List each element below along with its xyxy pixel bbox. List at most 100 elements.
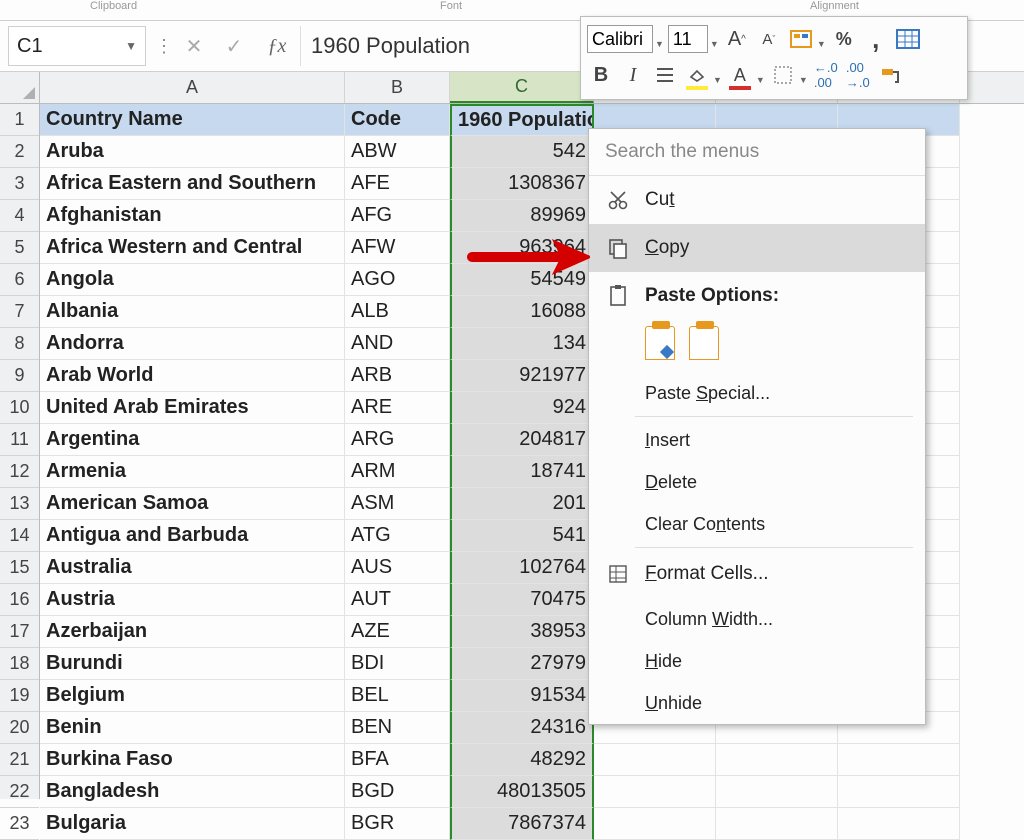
- row-header[interactable]: 5: [0, 232, 39, 264]
- paste-option-default[interactable]: [645, 326, 675, 360]
- cell[interactable]: Benin: [40, 712, 345, 744]
- cell[interactable]: ARG: [345, 424, 450, 456]
- align-icon[interactable]: [651, 60, 679, 90]
- cell[interactable]: United Arab Emirates: [40, 392, 345, 424]
- cell[interactable]: 1960 Population: [450, 104, 594, 136]
- cell[interactable]: 7867374: [450, 808, 594, 840]
- row-header[interactable]: 22: [0, 776, 39, 808]
- paste-option-values[interactable]: [689, 326, 719, 360]
- row-header[interactable]: 23: [0, 808, 39, 840]
- cell[interactable]: AFG: [345, 200, 450, 232]
- cell[interactable]: [594, 808, 716, 840]
- row-header[interactable]: 15: [0, 552, 39, 584]
- row-header[interactable]: 2: [0, 136, 39, 168]
- row-header[interactable]: 4: [0, 200, 39, 232]
- row-header[interactable]: 19: [0, 680, 39, 712]
- cell[interactable]: 541: [450, 520, 594, 552]
- row-header[interactable]: 6: [0, 264, 39, 296]
- cell[interactable]: Armenia: [40, 456, 345, 488]
- chevron-down-icon[interactable]: ▼: [817, 29, 826, 49]
- cell[interactable]: [838, 776, 960, 808]
- cell[interactable]: American Samoa: [40, 488, 345, 520]
- col-header-b[interactable]: B: [345, 72, 450, 103]
- row-header[interactable]: 17: [0, 616, 39, 648]
- col-header-a[interactable]: A: [40, 72, 345, 103]
- cell[interactable]: BDI: [345, 648, 450, 680]
- fx-button[interactable]: ƒx: [254, 26, 300, 66]
- format-painter-icon[interactable]: [876, 60, 904, 90]
- menu-cut[interactable]: Cut: [589, 176, 925, 224]
- vertical-dots-icon[interactable]: ⋮: [154, 26, 174, 66]
- cell[interactable]: [716, 808, 838, 840]
- cell[interactable]: [716, 776, 838, 808]
- cell[interactable]: ARE: [345, 392, 450, 424]
- menu-insert[interactable]: Insert: [589, 419, 925, 461]
- menu-format-cells[interactable]: Format Cells...: [589, 550, 925, 598]
- cell[interactable]: AFE: [345, 168, 450, 200]
- cell[interactable]: [594, 744, 716, 776]
- row-header[interactable]: 1: [0, 104, 39, 136]
- cell[interactable]: 18741: [450, 456, 594, 488]
- cell[interactable]: BFA: [345, 744, 450, 776]
- menu-paste-special[interactable]: Paste Special...: [589, 372, 925, 414]
- cell[interactable]: BGD: [345, 776, 450, 808]
- cell[interactable]: Australia: [40, 552, 345, 584]
- col-header-c[interactable]: C: [450, 72, 594, 103]
- cell[interactable]: 70475: [450, 584, 594, 616]
- cell[interactable]: 16088: [450, 296, 594, 328]
- cell[interactable]: ATG: [345, 520, 450, 552]
- cell[interactable]: BEL: [345, 680, 450, 712]
- row-header[interactable]: 3: [0, 168, 39, 200]
- menu-clear-contents[interactable]: Clear Contents: [589, 503, 925, 545]
- cell[interactable]: Aruba: [40, 136, 345, 168]
- chevron-down-icon[interactable]: ▼: [713, 65, 722, 85]
- cell[interactable]: BEN: [345, 712, 450, 744]
- menu-hide[interactable]: Hide: [589, 640, 925, 682]
- menu-delete[interactable]: Delete: [589, 461, 925, 503]
- row-header[interactable]: 7: [0, 296, 39, 328]
- cell[interactable]: [716, 744, 838, 776]
- cell[interactable]: ARM: [345, 456, 450, 488]
- decrease-font-icon[interactable]: Aˇ: [755, 24, 783, 54]
- cell[interactable]: 963964: [450, 232, 594, 264]
- cell[interactable]: Bulgaria: [40, 808, 345, 840]
- cell[interactable]: AND: [345, 328, 450, 360]
- cell[interactable]: 134: [450, 328, 594, 360]
- cell[interactable]: ABW: [345, 136, 450, 168]
- chevron-down-icon[interactable]: ▼: [799, 65, 808, 85]
- row-header[interactable]: 13: [0, 488, 39, 520]
- table-format-icon[interactable]: [894, 24, 922, 54]
- bold-button[interactable]: B: [587, 60, 615, 90]
- cell[interactable]: 27979: [450, 648, 594, 680]
- cell[interactable]: [594, 776, 716, 808]
- cell[interactable]: BGR: [345, 808, 450, 840]
- cell[interactable]: Albania: [40, 296, 345, 328]
- font-size-select[interactable]: [668, 25, 708, 53]
- cell[interactable]: 24316: [450, 712, 594, 744]
- cell[interactable]: 204817: [450, 424, 594, 456]
- name-box[interactable]: C1 ▼: [8, 26, 146, 66]
- cell[interactable]: Azerbaijan: [40, 616, 345, 648]
- font-name-select[interactable]: [587, 25, 653, 53]
- cell[interactable]: 924: [450, 392, 594, 424]
- row-header[interactable]: 10: [0, 392, 39, 424]
- row-header[interactable]: 14: [0, 520, 39, 552]
- cell[interactable]: 54549: [450, 264, 594, 296]
- cell[interactable]: 1308367: [450, 168, 594, 200]
- row-header[interactable]: 20: [0, 712, 39, 744]
- increase-font-icon[interactable]: A^: [723, 24, 751, 54]
- cell[interactable]: Andorra: [40, 328, 345, 360]
- chevron-down-icon[interactable]: ▼: [655, 29, 664, 49]
- cancel-icon[interactable]: ✕: [174, 34, 214, 59]
- cell[interactable]: Angola: [40, 264, 345, 296]
- cell[interactable]: ALB: [345, 296, 450, 328]
- conditional-format-icon[interactable]: [787, 24, 815, 54]
- row-header[interactable]: 12: [0, 456, 39, 488]
- menu-unhide[interactable]: Unhide: [589, 682, 925, 724]
- percent-icon[interactable]: %: [830, 24, 858, 54]
- select-all-corner[interactable]: [0, 72, 40, 104]
- cell[interactable]: 48292: [450, 744, 594, 776]
- cell[interactable]: Arab World: [40, 360, 345, 392]
- row-header[interactable]: 21: [0, 744, 39, 776]
- cell[interactable]: 542: [450, 136, 594, 168]
